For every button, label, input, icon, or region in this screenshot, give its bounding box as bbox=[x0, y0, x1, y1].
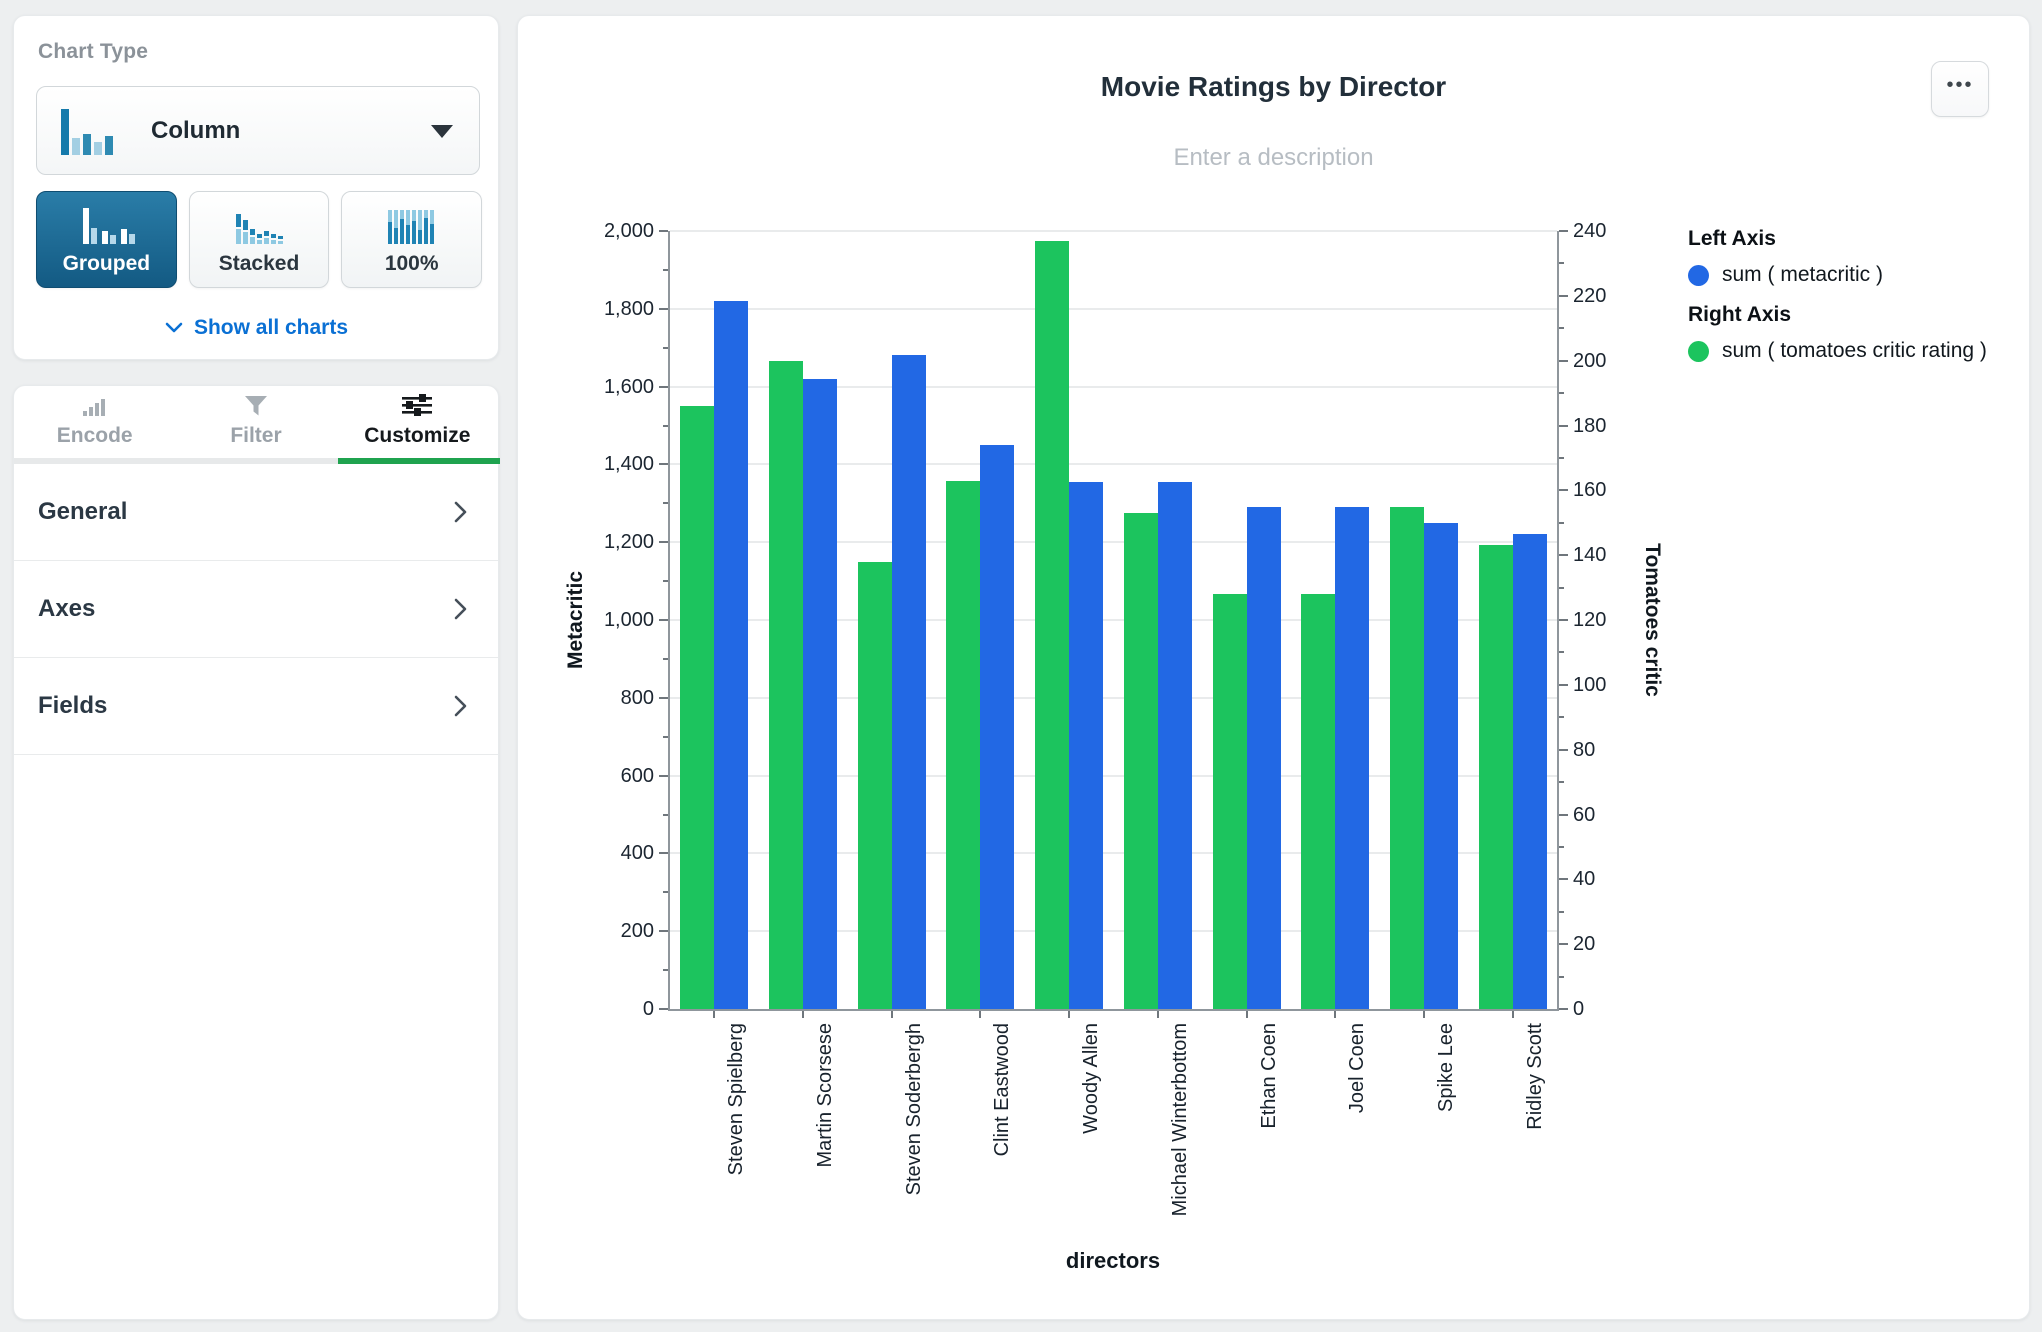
legend-item-metacritic: sum ( metacritic ) bbox=[1688, 260, 1987, 290]
legend-item-tomatoes: sum ( tomatoes critic rating ) bbox=[1688, 336, 1987, 366]
variant-stacked-button[interactable]: Stacked bbox=[188, 191, 330, 288]
section-general[interactable]: General bbox=[14, 464, 498, 561]
encode-bars-icon bbox=[82, 399, 105, 416]
tab-filter[interactable]: Filter bbox=[175, 388, 336, 458]
chart-type-dropdown[interactable]: Column bbox=[36, 86, 480, 175]
column-chart-icon bbox=[59, 105, 121, 157]
chart-title[interactable]: Movie Ratings by Director bbox=[518, 71, 2029, 103]
filter-funnel-icon bbox=[244, 396, 267, 416]
column-variants: Grouped Stacked 100% bbox=[36, 191, 483, 288]
variant-grouped-button[interactable]: Grouped bbox=[36, 191, 177, 288]
settings-tabbar: Encode Filter Customize bbox=[14, 388, 498, 458]
active-tab-underline bbox=[338, 458, 500, 464]
stacked-bars-icon bbox=[236, 213, 283, 244]
more-options-button[interactable]: ••• bbox=[1931, 61, 1989, 117]
right-axis-title: Tomatoes critic bbox=[1641, 543, 1664, 697]
customize-sliders-icon bbox=[402, 394, 433, 416]
show-all-charts-link[interactable]: Show all charts bbox=[14, 316, 498, 340]
chevron-down-icon bbox=[165, 322, 183, 333]
percent-bars-icon bbox=[387, 209, 434, 244]
section-axes[interactable]: Axes bbox=[14, 561, 498, 658]
chart-card: Movie Ratings by Director Enter a descri… bbox=[517, 15, 2030, 1320]
x-axis-title: directors bbox=[1065, 1248, 1161, 1273]
settings-panel: Encode Filter Customize General Axes Fie… bbox=[13, 385, 500, 1320]
legend-right-axis-title: Right Axis bbox=[1688, 303, 1792, 326]
legend-dot-blue bbox=[1688, 264, 1709, 286]
tab-underline-track bbox=[14, 458, 500, 464]
grouped-bars-icon bbox=[83, 207, 136, 244]
chevron-right-icon bbox=[454, 598, 467, 620]
caret-down-icon bbox=[431, 125, 453, 138]
legend-left-axis-title: Left Axis bbox=[1688, 227, 1776, 250]
section-fields[interactable]: Fields bbox=[14, 658, 498, 755]
chart-type-selected: Column bbox=[151, 116, 241, 144]
chevron-right-icon bbox=[454, 501, 467, 523]
tab-customize[interactable]: Customize bbox=[337, 388, 498, 458]
chart-type-panel: Chart Type Column Grouped Stacked 100% S… bbox=[13, 15, 499, 360]
chart-type-title: Chart Type bbox=[38, 40, 149, 63]
ellipsis-icon: ••• bbox=[1946, 74, 1974, 96]
legend-dot-green bbox=[1688, 340, 1709, 362]
tab-encode[interactable]: Encode bbox=[14, 388, 175, 458]
chart-legend: Left Axis sum ( metacritic ) Right Axis … bbox=[1688, 224, 1987, 376]
variant-100-button[interactable]: 100% bbox=[341, 191, 483, 288]
left-axis-title: Metacritic bbox=[564, 570, 587, 670]
chart-description-placeholder[interactable]: Enter a description bbox=[518, 144, 2029, 172]
chevron-right-icon bbox=[454, 695, 467, 717]
